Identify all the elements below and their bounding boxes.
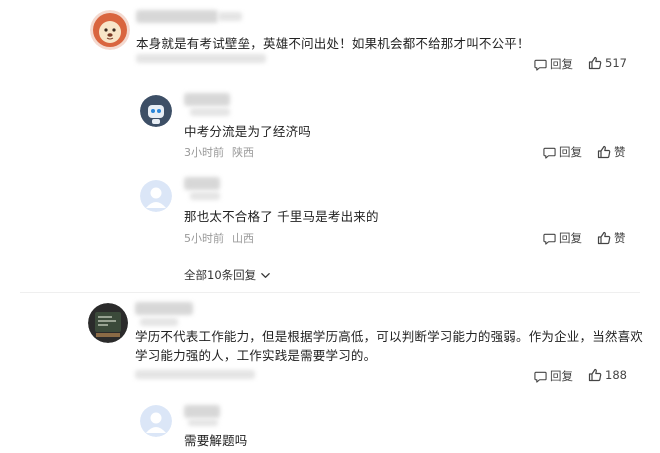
reply-time: 5小时前 [184,232,224,245]
reply-label: 回复 [559,145,582,159]
like-label: 赞 [614,231,626,245]
comment-text: 本身就是有考试壁垒，英雄不问出处！如果机会都不给那才叫不公平！ [136,36,530,51]
comment-bubble-icon [543,147,556,159]
like-button[interactable]: 赞 [597,230,626,246]
username-blurred[interactable] [184,405,220,418]
comment-bubble-icon [534,371,547,383]
like-count: 188 [605,368,627,382]
comment-bubble-icon [543,233,556,245]
avatar-chalkboard[interactable] [88,303,128,343]
avatar-default[interactable] [140,405,172,437]
reply-text: 那也太不合格了 千里马是考出来的 [184,209,379,224]
avatar-lion[interactable] [90,10,130,50]
like-label: 赞 [614,145,626,159]
reply-location: 陕西 [232,146,254,159]
avatar-robot[interactable] [140,95,172,127]
thumbs-up-icon [597,231,611,245]
reply-text: 中考分流是为了经济吗 [184,124,312,139]
comment-bubble-icon [534,59,547,71]
like-button[interactable]: 517 [588,56,627,70]
chevron-down-icon [261,272,270,278]
reply-meta: 3小时前 陕西 [184,144,262,160]
reply-label: 回复 [550,57,573,71]
username-blurred-tail [140,318,178,326]
username-blurred-tail [188,419,218,426]
comment-text: 学历不代表工作能力，但是根据学历高低，可以判断学习能力的强弱。作为企业，当然喜欢… [135,329,644,363]
reply-time: 3小时前 [184,146,224,159]
like-count: 517 [605,56,627,70]
thumbs-up-icon [588,56,602,70]
username-blurred-tail [190,192,220,200]
reply-button[interactable]: 回复 [543,144,582,160]
username-blurred[interactable] [184,93,230,106]
reply-label: 回复 [559,231,582,245]
reply-button[interactable]: 回复 [534,56,573,72]
thumbs-up-icon [588,368,602,382]
reply-label: 回复 [550,369,573,383]
expand-replies-label: 全部10条回复 [184,268,257,282]
avatar-default[interactable] [140,180,172,212]
username-blurred-tail [190,108,230,116]
reply-text: 需要解题吗 [184,433,248,448]
like-button[interactable]: 188 [588,368,627,382]
username-blurred[interactable] [135,302,193,315]
meta-blurred [136,54,266,63]
username-blurred[interactable] [136,10,218,23]
like-button[interactable]: 赞 [597,144,626,160]
username-blurred[interactable] [184,177,220,190]
username-blurred-tail [218,12,242,21]
thumbs-up-icon [597,145,611,159]
reply-button[interactable]: 回复 [543,230,582,246]
reply-button[interactable]: 回复 [534,368,573,384]
reply-meta: 5小时前 山西 [184,230,262,246]
meta-blurred [135,370,255,379]
expand-replies-button[interactable]: 全部10条回复 [184,267,271,283]
comment-divider [20,292,640,293]
reply-location: 山西 [232,232,254,245]
